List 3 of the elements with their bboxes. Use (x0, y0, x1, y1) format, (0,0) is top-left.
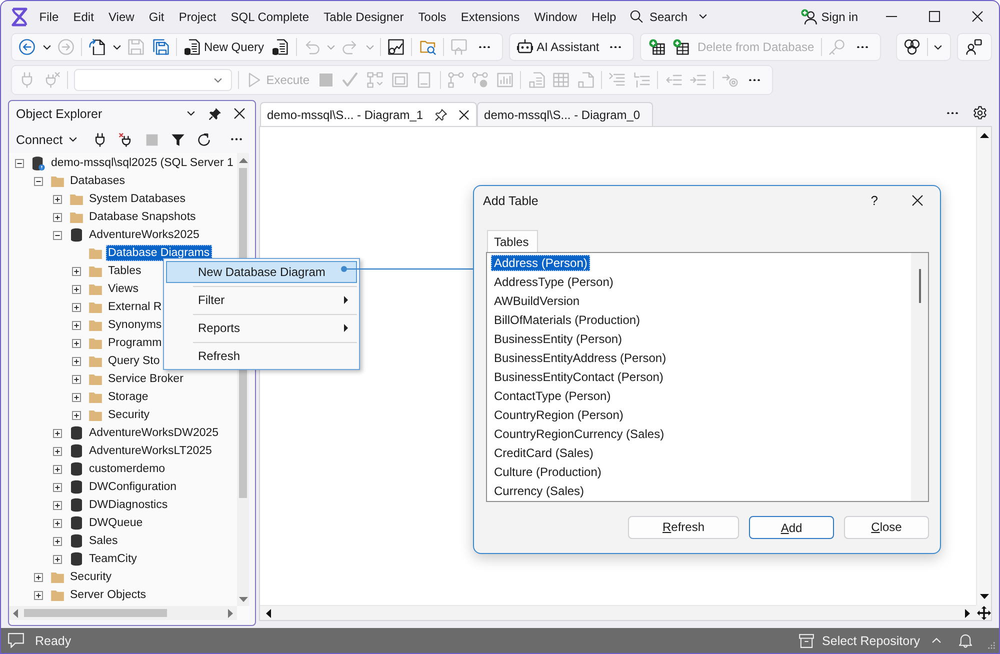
dialog-title: Add Table (483, 194, 538, 208)
panel-title: Object Explorer (16, 106, 102, 120)
status-text: Ready (35, 634, 72, 648)
